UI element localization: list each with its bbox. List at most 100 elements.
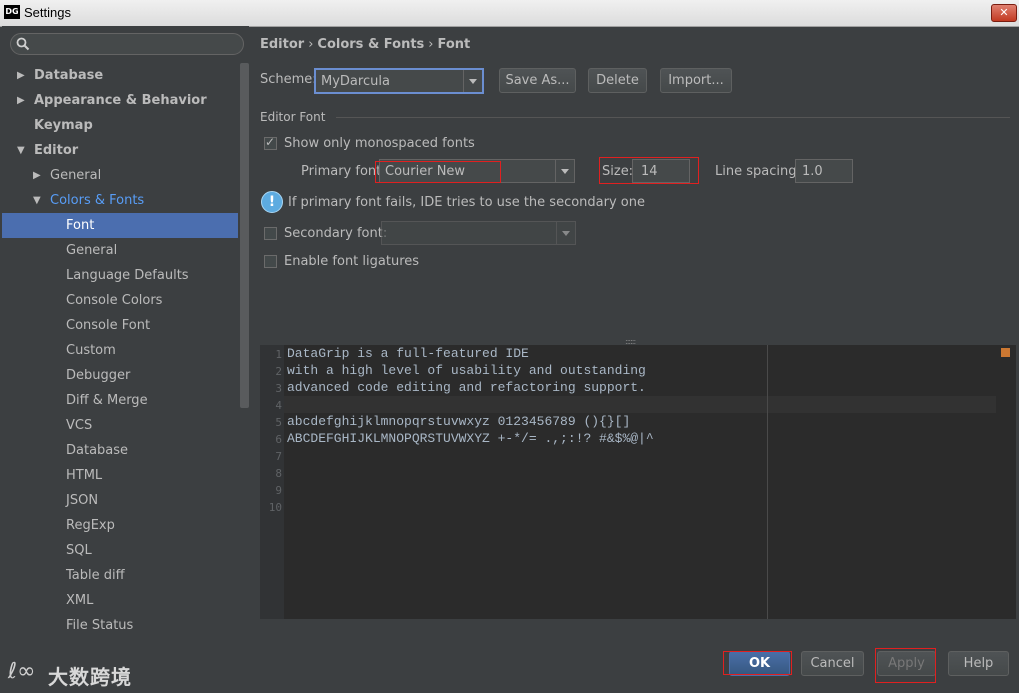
sidebar-item-appearance-behavior[interactable]: ▶ Appearance & Behavior [2,88,238,113]
line-spacing-value: 1.0 [802,164,823,179]
sidebar-item-xml[interactable]: XML [2,588,238,613]
sidebar-item-console-colors[interactable]: Console Colors [2,288,238,313]
sidebar-item-editor[interactable]: ▼ Editor [2,138,238,163]
collapsed-arrow-icon[interactable]: ▶ [33,163,41,188]
sidebar-item-database[interactable]: Database [2,438,238,463]
sidebar-item-label: General [66,243,118,258]
caret-row-highlight [284,396,996,413]
expanded-arrow-icon[interactable]: ▼ [17,138,25,163]
sidebar-item-sql[interactable]: SQL [2,538,238,563]
sidebar-scrollbar[interactable] [240,63,249,408]
sidebar-item-label: VCS [66,418,93,433]
sidebar-item-label: Font [66,218,95,233]
sidebar-item-label: Table diff [66,568,125,583]
sidebar-item-regexp[interactable]: RegExp [2,513,238,538]
sidebar-item-label: Database [66,443,129,458]
apply-highlight [875,648,936,683]
breadcrumb-colors-fonts: Colors & Fonts [317,37,425,52]
line-number: 10 [268,501,282,514]
code-line: advanced code editing and refactoring su… [287,380,646,395]
code-line: DataGrip is a full-featured IDE [287,346,529,361]
right-margin-guide [767,345,768,619]
settings-tree: ▶ Database ▶ Appearance & Behavior Keymap ▼ Ed… [2,63,238,631]
settings-sidebar: ▶ Database ▶ Appearance & Behavior Keymap ▼ Ed… [2,26,249,631]
sidebar-item-database[interactable]: ▶ Database [2,63,238,88]
font-settings-panel: Editor › Colors & Fonts › Font Scheme: MyDar… [250,26,1019,631]
ok-highlight [723,651,792,675]
import-button[interactable]: Import... [660,68,732,93]
scheme-value: MyDarcula [321,74,390,89]
chevron-down-icon [555,160,574,182]
line-spacing-input[interactable]: 1.0 [795,159,853,183]
line-number-gutter: 1 2 3 4 5 6 7 8 9 10 [260,345,284,619]
sidebar-item-diff-merge[interactable]: Diff & Merge [2,388,238,413]
sidebar-item-keymap[interactable]: Keymap [2,113,238,138]
breadcrumb-separator: › [308,37,314,52]
secondary-font-dropdown[interactable] [381,221,576,245]
sidebar-item-font[interactable]: Font [2,213,238,238]
breadcrumb-font: Font [437,37,471,52]
sidebar-item-label: Editor [34,143,79,158]
delete-button[interactable]: Delete [588,68,647,93]
section-divider [336,117,1010,118]
expanded-arrow-icon[interactable]: ▼ [33,188,41,213]
sidebar-item-general[interactable]: General [2,238,238,263]
info-message: If primary font fails, IDE tries to use … [288,195,645,210]
sidebar-item-label: Colors & Fonts [50,193,145,208]
breadcrumb-editor: Editor [260,37,305,52]
sidebar-item-colors-fonts[interactable]: ▼ Colors & Fonts [2,188,238,213]
sidebar-item-html[interactable]: HTML [2,463,238,488]
secondary-font-checkbox[interactable] [264,227,277,240]
sidebar-item-console-font[interactable]: Console Font [2,313,238,338]
collapsed-arrow-icon[interactable]: ▶ [17,63,25,88]
sidebar-item-label: Console Colors [66,293,163,308]
sidebar-item-language-defaults[interactable]: Language Defaults [2,263,238,288]
sidebar-item-json[interactable]: JSON [2,488,238,513]
breadcrumb: Editor › Colors & Fonts › Font [260,37,470,52]
editor-font-section-title: Editor Font [260,110,326,124]
sidebar-item-label: Diff & Merge [66,393,148,408]
sidebar-item-general[interactable]: ▶ General [2,163,238,188]
line-number: 2 [275,365,282,378]
sidebar-item-label: Custom [66,343,116,358]
help-button[interactable]: Help [948,651,1009,676]
close-button[interactable]: ✕ [991,4,1017,22]
line-number: 7 [275,450,282,463]
sidebar-item-vcs[interactable]: VCS [2,413,238,438]
collapsed-arrow-icon[interactable]: ▶ [17,88,25,113]
size-highlight [599,157,699,184]
cancel-button[interactable]: Cancel [801,651,864,676]
sidebar-item-label: Console Font [66,318,151,333]
scheme-label: Scheme: [260,72,317,87]
sidebar-item-label: Keymap [34,118,93,133]
search-input[interactable] [10,33,244,55]
line-number: 6 [275,433,282,446]
save-as-button[interactable]: Save As... [499,68,576,93]
ligatures-checkbox[interactable] [264,255,277,268]
watermark-text: 大数跨境 [48,665,132,689]
ligatures-label: Enable font ligatures [284,254,420,269]
window-title: Settings [24,5,71,20]
show-monospaced-checkbox[interactable] [264,135,277,150]
sidebar-item-table-diff[interactable]: Table diff [2,563,238,588]
sidebar-item-debugger[interactable]: Debugger [2,363,238,388]
dialog-button-bar: ℓ∞ 大数跨境 OK Cancel Apply Help [0,631,1019,693]
code-line: ABCDEFGHIJKLMNOPQRSTUVWXYZ +-*/= .,;:!? … [287,431,654,446]
sidebar-item-label: General [50,168,102,183]
scheme-dropdown[interactable]: MyDarcula [314,68,484,94]
sidebar-item-label: HTML [66,468,103,483]
show-monospaced-label: Show only monospaced fonts [284,136,475,151]
sidebar-item-label: JSON [66,493,99,508]
font-preview-editor[interactable]: 1 2 3 4 5 6 7 8 9 10 DataGrip is a full-featured … [260,345,1016,619]
line-number: 1 [275,348,282,361]
sidebar-item-file-status[interactable]: File Status [2,613,238,631]
sidebar-item-label: Database [34,68,104,83]
error-stripe-marker [1001,348,1010,357]
sidebar-item-label: Language Defaults [66,268,189,283]
sidebar-item-custom[interactable]: Custom [2,338,238,363]
chevron-down-icon [463,70,482,92]
sidebar-item-label: Appearance & Behavior [34,93,207,108]
code-line: abcdefghijklmnopqrstuvwxyz 0123456789 ()… [287,414,631,429]
sidebar-item-label: RegExp [66,518,115,533]
sidebar-item-label: XML [66,593,94,608]
